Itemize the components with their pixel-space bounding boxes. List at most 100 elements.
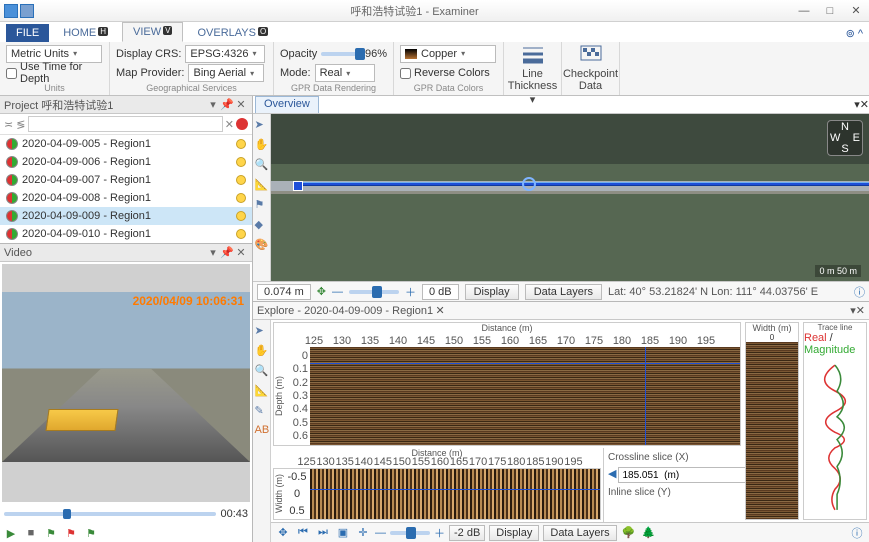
opacity-slider[interactable] — [321, 52, 361, 56]
crs-combo[interactable]: EPSG:4326▾ — [185, 45, 265, 63]
project-item[interactable]: 2020-04-09-007 - Region1 — [0, 171, 252, 189]
gain-slider[interactable] — [349, 290, 399, 294]
line-thickness-button[interactable]: Line Thickness▾ — [506, 44, 560, 106]
data-layers-button[interactable]: Data Layers — [543, 525, 616, 541]
mode-combo[interactable]: Real▾ — [315, 64, 375, 82]
flag-tool-icon[interactable]: ⚑ — [255, 198, 269, 212]
video-scrubber[interactable] — [4, 512, 216, 516]
fit-icon[interactable]: ✥ — [275, 525, 291, 541]
project-search-input[interactable] — [28, 116, 223, 132]
use-time-checkbox[interactable]: Use Time for Depth — [6, 61, 103, 85]
panel-close-icon[interactable]: ✕ — [234, 98, 248, 111]
tab-view[interactable]: VIEWV — [122, 22, 183, 42]
bulb-icon[interactable] — [236, 211, 246, 221]
qat-icon[interactable] — [20, 4, 34, 18]
latlon-readout: Lat: 40° 53.21824' N Lon: 111° 44.03756'… — [608, 286, 818, 298]
zoom-tool-icon[interactable]: 🔍 — [255, 158, 269, 172]
gain-plus-icon[interactable]: ＋ — [434, 525, 445, 541]
panel-menu-icon[interactable]: ▾ — [206, 98, 220, 111]
pointer-tool-icon[interactable]: ➤ — [255, 118, 269, 132]
pan-tool-icon[interactable]: ✋ — [255, 138, 269, 152]
bulb-icon[interactable] — [236, 157, 246, 167]
display-button[interactable]: Display — [465, 284, 519, 300]
zoom-tool-icon[interactable]: 🔍 — [255, 364, 269, 378]
ribbon: Metric Units▾ Use Time for Depth Units D… — [0, 42, 869, 96]
record-icon[interactable] — [236, 118, 248, 130]
cursor-icon[interactable]: ✛ — [355, 525, 371, 541]
fit-icon[interactable]: ✥ — [317, 285, 326, 298]
crop-icon[interactable]: ▣ — [335, 525, 351, 541]
data-layers-button[interactable]: Data Layers — [525, 284, 602, 300]
explore-gain-slider[interactable] — [390, 531, 430, 535]
width-scan-canvas[interactable] — [746, 342, 798, 519]
gain-plus-icon[interactable]: ＋ — [405, 284, 416, 300]
flag-prev-icon[interactable]: ⚑ — [44, 526, 58, 540]
explore-tab-close-icon[interactable]: ✕ — [433, 304, 447, 317]
palette-tool-icon[interactable]: 🎨 — [255, 238, 269, 252]
pan-tool-icon[interactable]: ✋ — [255, 344, 269, 358]
stop-button[interactable]: ■ — [24, 526, 38, 540]
project-item[interactable]: 2020-04-09-010 - Region1 — [0, 225, 252, 243]
crossline-prev-icon[interactable]: ◀ — [608, 467, 616, 483]
map-viewport[interactable]: N S W E 0 m 50 m — [271, 114, 869, 281]
panel-close-icon[interactable]: ✕ — [856, 304, 865, 317]
bulb-icon[interactable] — [236, 139, 246, 149]
display-button[interactable]: Display — [489, 525, 539, 541]
tree-icon[interactable]: 🌳 — [621, 525, 637, 541]
flag-add-icon[interactable]: ⚑ — [84, 526, 98, 540]
project-item[interactable]: 2020-04-09-005 - Region1 — [0, 135, 252, 153]
project-item-label: 2020-04-09-008 - Region1 — [22, 192, 151, 204]
tab-file[interactable]: FILE — [6, 24, 49, 42]
window-title: 呼和浩特试验1 - Examiner — [38, 3, 791, 19]
marker-tool-icon[interactable]: ◆ — [255, 218, 269, 232]
project-item[interactable]: 2020-04-09-006 - Region1 — [0, 153, 252, 171]
cscan-view: Width (m) -0.500.5 — [273, 468, 601, 520]
close-button[interactable]: ✕ — [843, 1, 869, 21]
tree2-icon[interactable]: 🌲 — [641, 525, 657, 541]
ribbon-help-icon[interactable]: ⊚ ^ — [840, 25, 869, 42]
qat-save-icon[interactable] — [4, 4, 18, 18]
reverse-colors-checkbox[interactable]: Reverse Colors — [400, 67, 490, 79]
maximize-button[interactable]: □ — [817, 1, 843, 21]
compass-icon[interactable]: N S W E — [827, 120, 863, 156]
pick-tool-icon[interactable]: ✎ — [255, 404, 269, 418]
info-icon[interactable]: ⓘ — [854, 284, 865, 300]
bulb-icon[interactable] — [236, 229, 246, 239]
step-fwd-icon[interactable]: ⏭ — [315, 525, 331, 541]
measure-tool-icon[interactable]: 📐 — [255, 384, 269, 398]
pointer-tool-icon[interactable]: ➤ — [255, 324, 269, 338]
map-toolbar: ➤ ✋ 🔍 📐 ⚑ ◆ 🎨 — [253, 114, 271, 281]
bulb-icon[interactable] — [236, 175, 246, 185]
tab-overlays[interactable]: OVERLAYSO — [187, 24, 278, 42]
info-icon[interactable]: ⓘ — [849, 525, 865, 541]
measure-tool-icon[interactable]: 📐 — [255, 178, 269, 192]
units-combo[interactable]: Metric Units▾ — [6, 45, 102, 63]
bulb-icon[interactable] — [236, 193, 246, 203]
minimize-button[interactable]: — — [791, 1, 817, 21]
text-tool-icon[interactable]: AB — [255, 424, 269, 438]
palette-combo[interactable]: Copper▾ — [400, 45, 496, 63]
cscan-canvas[interactable] — [310, 469, 600, 519]
crossline-input[interactable] — [618, 467, 758, 483]
gain-minus-icon[interactable]: — — [375, 527, 386, 539]
map-provider-combo[interactable]: Bing Aerial▾ — [188, 64, 264, 82]
overview-tab[interactable]: Overview — [255, 96, 319, 113]
panel-close-icon[interactable]: ✕ — [234, 246, 248, 259]
checkpoint-data-button[interactable]: Checkpoint Data — [564, 44, 618, 92]
gain-minus-icon[interactable]: — — [332, 286, 343, 298]
project-item-label: 2020-04-09-009 - Region1 — [22, 210, 151, 222]
tab-home[interactable]: HOMEH — [53, 24, 118, 42]
project-item[interactable]: 2020-04-09-009 - Region1 — [0, 207, 252, 225]
overview-statusbar: 0.074 m ✥ — ＋ 0 dB Display Data Layers L… — [253, 281, 869, 301]
panel-pin-icon[interactable]: 📌 — [220, 98, 234, 111]
step-back-icon[interactable]: ⏮ — [295, 525, 311, 541]
play-button[interactable]: ▶ — [4, 526, 18, 540]
panel-pin-icon[interactable]: 📌 — [220, 246, 234, 259]
bscan-canvas[interactable] — [310, 347, 740, 445]
project-item[interactable]: 2020-04-09-008 - Region1 — [0, 189, 252, 207]
search-clear-icon[interactable]: ✕ — [225, 118, 234, 131]
flag-next-icon[interactable]: ⚑ — [64, 526, 78, 540]
explore-statusbar: ✥ ⏮ ⏭ ▣ ✛ — ＋ -2 dB Display Data Layers … — [271, 522, 869, 542]
panel-close-icon[interactable]: ✕ — [860, 98, 869, 111]
panel-menu-icon[interactable]: ▾ — [206, 246, 220, 259]
